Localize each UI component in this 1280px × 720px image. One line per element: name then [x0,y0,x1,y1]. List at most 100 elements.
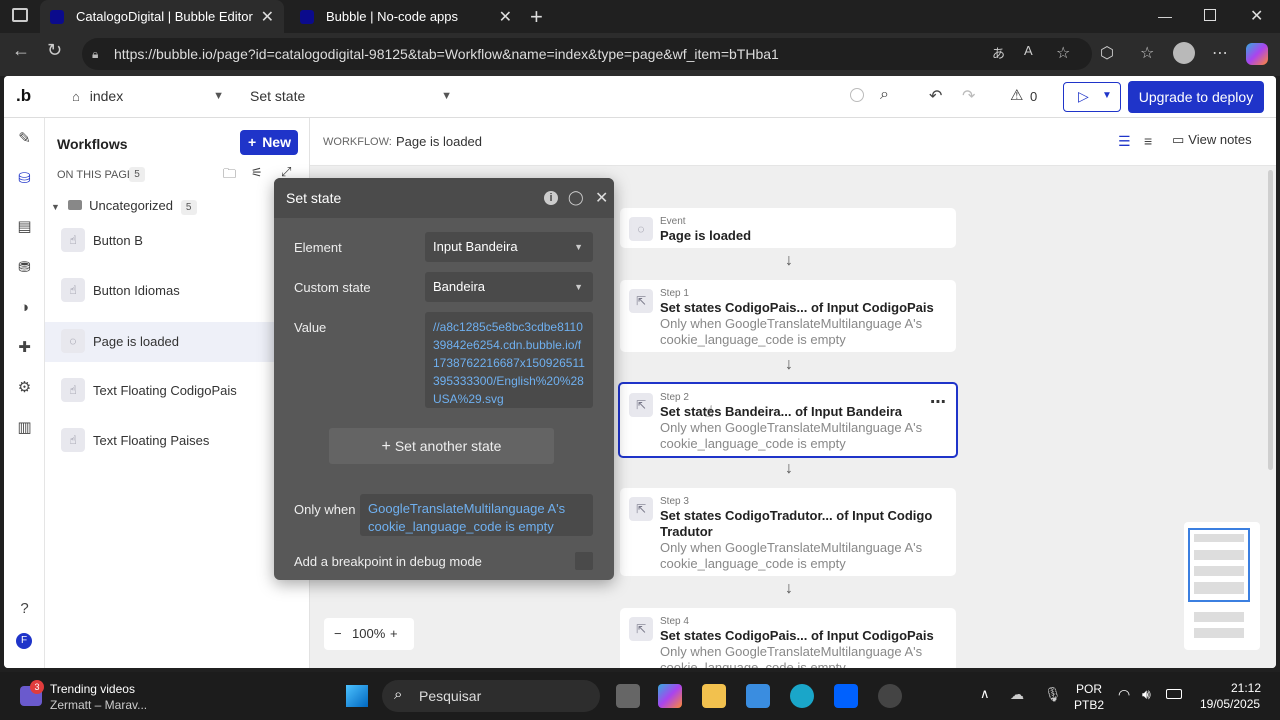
workflow-name[interactable]: Page is loaded [396,134,482,149]
element-select[interactable]: Set state ▼ [242,82,462,112]
dropbox-icon[interactable] [834,684,858,708]
custom-state-dropdown[interactable]: Bandeira ▼ [425,272,593,302]
store-icon[interactable] [746,684,770,708]
address-bar[interactable]: 🔒︎ https://bubble.io/page?id=catalogodig… [82,38,1092,70]
tab-bubble-nocode[interactable]: Bubble | No-code apps ✕ [290,0,522,33]
design-tab-icon[interactable]: ✎ [16,130,33,147]
start-icon[interactable] [346,685,368,707]
favorite-star-icon[interactable]: ☆ [1056,43,1070,63]
close-tab-icon[interactable]: ✕ [261,7,274,27]
workflow-item[interactable]: ☝ Button Idiomas [45,271,310,311]
home-icon: ⌂ [72,89,80,104]
task-view-icon[interactable] [616,684,640,708]
microphone-icon[interactable]: 🎙︎ [1044,686,1062,703]
taskbar-search[interactable]: ⌕ Pesquisar [382,680,600,712]
zoom-out-icon[interactable]: − [334,618,342,650]
restore-icon[interactable] [1204,9,1216,21]
profile-avatar-icon[interactable] [1173,42,1195,64]
language-1[interactable]: POR [1076,682,1102,696]
new-folder-icon[interactable]: 🗀 [223,165,236,187]
network-off-icon[interactable]: ☁ [1010,686,1024,703]
sidebar-toggle-icon[interactable] [12,8,28,22]
new-workflow-button[interactable]: + New [240,130,298,155]
list-view-icon[interactable]: ≡ [1144,133,1152,149]
folder-label: Uncategorized [89,198,173,213]
workflow-tab-icon[interactable]: ⛁ [16,170,33,187]
palette-tab-icon[interactable]: ◑ [16,299,33,316]
plugins-tab-icon[interactable]: ✚ [16,339,33,356]
translate-icon[interactable]: あ [992,43,1005,62]
copilot-icon[interactable] [1246,43,1268,65]
copilot-app-icon[interactable] [658,684,682,708]
close-window-icon[interactable]: ✕ [1250,6,1263,26]
undo-icon[interactable]: ↶ [929,86,942,106]
help-icon[interactable]: ? [16,600,33,617]
more-options-icon[interactable]: ⋯ [930,392,946,412]
check-icon[interactable] [850,88,864,102]
chevron-up-icon[interactable]: ∧ [980,686,990,702]
info-icon[interactable]: i [544,191,558,205]
more-menu-icon[interactable]: ⋯ [1212,43,1228,63]
styles-tab-icon[interactable]: ▤ [16,218,33,235]
wifi-icon[interactable]: ◠ [1118,686,1130,703]
element-dropdown[interactable]: Input Bandeira ▼ [425,232,593,262]
battery-icon[interactable] [1166,689,1182,699]
workflow-item-label: Button Idiomas [93,283,180,298]
canvas-scrollbar[interactable] [1268,170,1273,470]
close-icon[interactable]: ✕ [595,188,608,208]
preview-button[interactable]: ▷ ▼ [1063,82,1121,112]
workflow-item-selected[interactable]: ◌ Page is loaded [45,322,310,362]
read-aloud-icon[interactable]: A [1024,43,1033,58]
breakpoint-checkbox[interactable] [575,552,593,570]
comment-icon[interactable]: ◯ [568,189,584,206]
clock-time[interactable]: 21:12 [1231,681,1261,695]
search-icon[interactable]: ⌕ [880,86,889,104]
extensions-icon[interactable]: ⬡ [1100,43,1114,63]
step-card[interactable]: ⇱ Step 1 Set states CodigoPais... of Inp… [620,280,956,352]
plus-icon: + [381,438,391,455]
warning-icon[interactable]: ⚠ [1010,86,1023,104]
card-view-icon[interactable]: ☰ [1118,133,1131,150]
user-avatar[interactable]: F [16,633,32,649]
language-2[interactable]: PTB2 [1074,698,1104,712]
data-tab-icon[interactable]: ⛃ [16,259,33,276]
clock-date[interactable]: 19/05/2025 [1200,697,1260,711]
step-card-selected[interactable]: ⇱ Step 2 Set states Bandeira... of Input… [618,382,958,458]
zoom-in-icon[interactable]: + [390,618,398,650]
edge-icon[interactable] [790,684,814,708]
workflow-item[interactable]: ☝ Text Floating CodigoPais [45,371,310,411]
workflow-item[interactable]: ☝ Text Floating Paises [45,421,310,461]
issues-count[interactable]: 0 [1030,89,1037,104]
minimap-block [1194,566,1244,576]
bubble-logo[interactable]: .b [16,86,31,106]
workflow-item[interactable]: ☝ Button B [45,221,310,261]
click-event-icon: ☝ [61,428,85,452]
filter-icon[interactable]: ⚟ [251,165,263,181]
page-select[interactable]: ⌂ index ▼ [64,82,234,112]
back-icon[interactable]: ← [12,40,30,61]
chatgpt-icon[interactable] [878,684,902,708]
upgrade-button[interactable]: Upgrade to deploy [1128,81,1264,113]
close-tab-icon[interactable]: ✕ [499,7,512,27]
set-another-state-button[interactable]: + Set another state [329,428,554,464]
logs-tab-icon[interactable]: ▥ [16,419,33,436]
folder-uncategorized[interactable]: ▼ Uncategorized 5 [51,198,301,218]
volume-icon[interactable]: 🔊︎ [1142,686,1151,703]
file-explorer-icon[interactable] [702,684,726,708]
popup-header[interactable]: Set state i ◯ ✕ [274,178,614,218]
refresh-icon[interactable]: ↻ [47,40,62,61]
minimize-icon[interactable]: — [1158,8,1172,24]
event-card[interactable]: ◌ Event Page is loaded [620,208,956,248]
tab-bubble-editor[interactable]: CatalogoDigital | Bubble Editor ✕ [40,0,284,33]
view-notes-button[interactable]: ▭ View notes [1172,132,1252,148]
step-card[interactable]: ⇱ Step 3 Set states CodigoTradutor... of… [620,488,956,576]
only-when-expression[interactable]: GoogleTranslateMultilanguage A's cookie_… [360,494,593,536]
redo-icon[interactable]: ↷ [962,86,975,106]
new-tab-icon[interactable]: + [530,4,543,30]
value-expression[interactable]: //a8c1285c5e8bc3cdbe811039842e6254.cdn.b… [425,312,593,408]
settings-tab-icon[interactable]: ⚙ [16,379,33,396]
minimap[interactable] [1184,522,1260,650]
news-widget[interactable]: 3 Trending videos Zermatt – Marav... [20,678,180,714]
step-card[interactable]: ⇱ Step 4 Set states CodigoPais... of Inp… [620,608,956,668]
favorites-icon[interactable]: ☆ [1140,43,1154,63]
